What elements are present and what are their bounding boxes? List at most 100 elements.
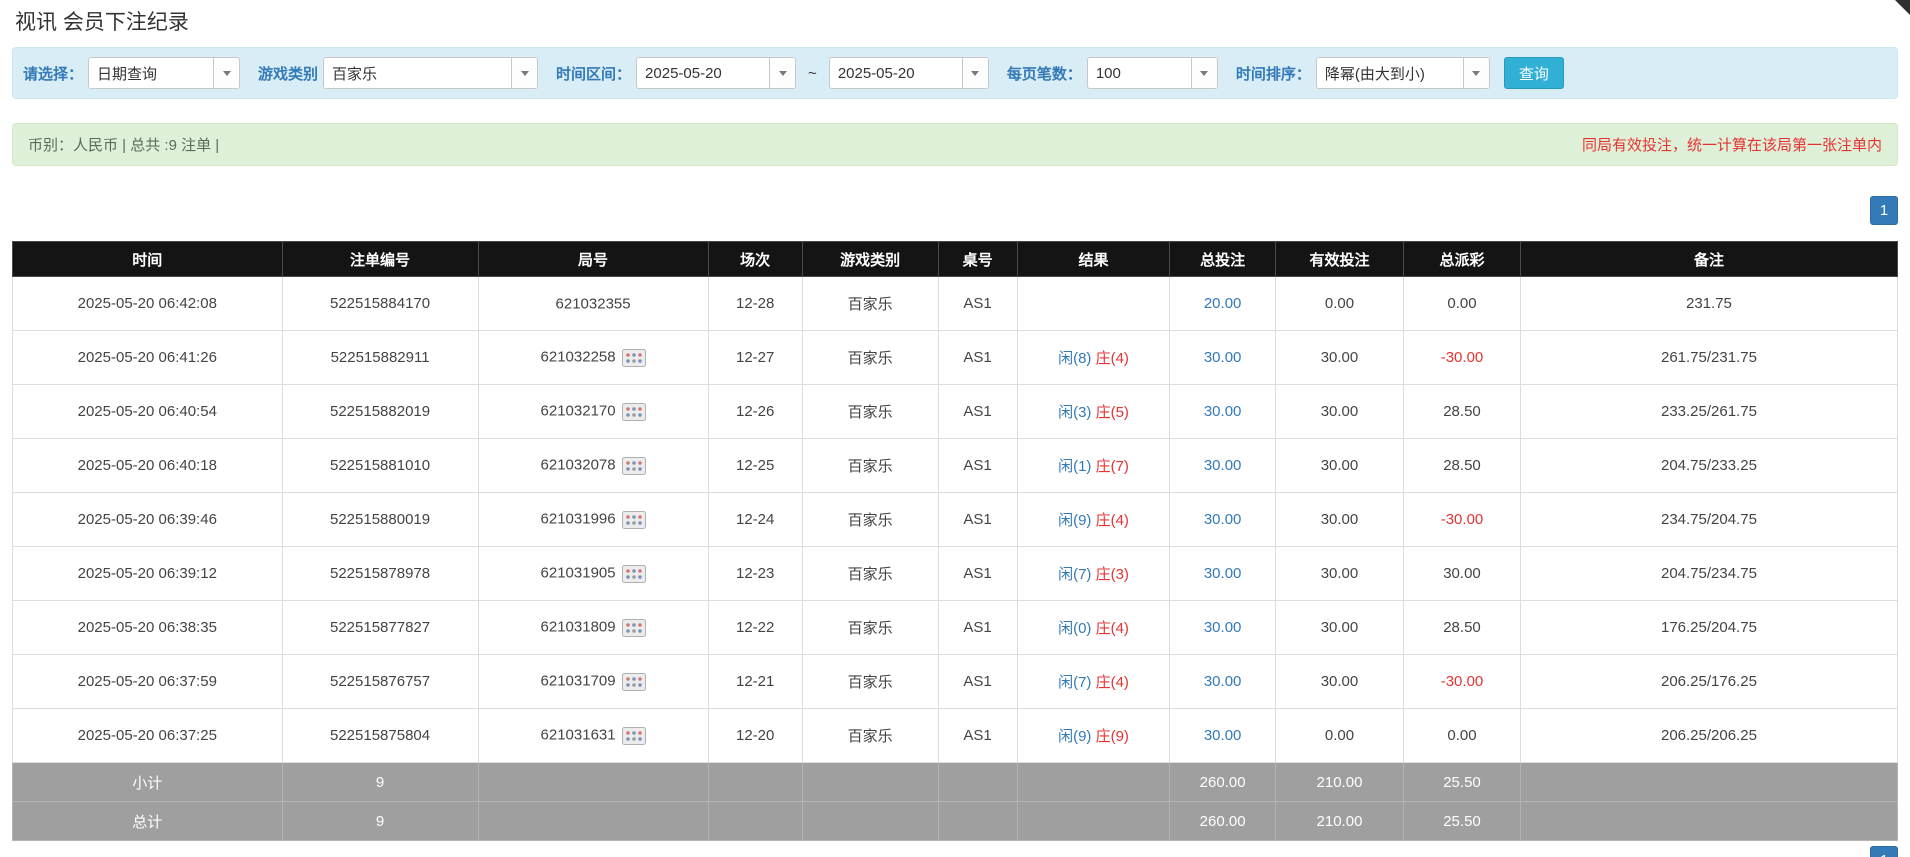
time-cell: 2025-05-20 06:37:25	[13, 709, 283, 763]
column-header: 游戏类别	[802, 242, 938, 277]
filter-group-game-type: 游戏类别 百家乐	[258, 57, 538, 89]
result-cell: 闲(8) 庄(4)	[1017, 331, 1170, 385]
round-cell: 621031809	[478, 601, 708, 655]
table-row: 2025-05-20 06:40:18522515881010621032078…	[13, 439, 1898, 493]
time-cell: 2025-05-20 06:38:35	[13, 601, 283, 655]
valid-bet-cell: 30.00	[1275, 331, 1403, 385]
player-result: 闲(8)	[1058, 350, 1091, 367]
result-cell: 闲(1) 庄(7)	[1017, 439, 1170, 493]
game-type-select[interactable]: 百家乐	[323, 57, 538, 89]
valid-bet-cell: 30.00	[1275, 655, 1403, 709]
summary-total-bet-cell: 260.00	[1170, 802, 1276, 841]
summary-remark-cell	[1520, 763, 1897, 802]
round-cell: 621032258	[478, 331, 708, 385]
chevron-down-icon[interactable]	[511, 58, 537, 88]
summary-count-cell: 9	[282, 763, 478, 802]
table-row: 2025-05-20 06:39:46522515880019621031996…	[13, 493, 1898, 547]
chevron-down-icon[interactable]	[213, 58, 239, 88]
valid-bet-cell: 30.00	[1275, 385, 1403, 439]
banker-result: 庄(3)	[1096, 566, 1129, 583]
payout-cell: -30.00	[1404, 493, 1521, 547]
player-result: 闲(7)	[1058, 566, 1091, 583]
total-bet-cell: 30.00	[1170, 709, 1276, 763]
result-cell: 闲(9) 庄(4)	[1017, 493, 1170, 547]
chevron-down-icon[interactable]	[769, 58, 795, 88]
game-type-cell: 百家乐	[802, 655, 938, 709]
summary-empty-cell	[802, 802, 938, 841]
round-number: 621032355	[556, 295, 631, 312]
bet-id-cell: 522515882019	[282, 385, 478, 439]
table-row: 2025-05-20 06:37:59522515876757621031709…	[13, 655, 1898, 709]
total-bet-cell: 30.00	[1170, 655, 1276, 709]
valid-bet-cell: 30.00	[1275, 493, 1403, 547]
total-bet-cell: 30.00	[1170, 331, 1276, 385]
page-title: 视讯 会员下注纪录	[12, 0, 1898, 47]
road-map-icon[interactable]	[622, 403, 646, 421]
sort-order-select[interactable]: 降幂(由大到小)	[1316, 57, 1490, 89]
summary-label-cell: 总计	[13, 802, 283, 841]
bet-id-cell: 522515882911	[282, 331, 478, 385]
round-cell: 621032078	[478, 439, 708, 493]
date-type-value: 日期查询	[89, 58, 213, 88]
filter-bar: 请选择： 日期查询 游戏类别 百家乐 时间区间： 2025-05-20 ~ 20…	[12, 47, 1898, 99]
search-button[interactable]: 查询	[1504, 57, 1564, 89]
round-number: 621031631	[541, 727, 616, 744]
valid-bet-cell: 0.00	[1275, 709, 1403, 763]
summary-row: 总计9260.00210.0025.50	[13, 802, 1898, 841]
summary-empty-cell	[938, 802, 1017, 841]
total-bet-link[interactable]: 30.00	[1204, 673, 1242, 690]
date-type-select[interactable]: 日期查询	[88, 57, 240, 89]
road-map-icon[interactable]	[622, 619, 646, 637]
round-number: 621032170	[541, 403, 616, 420]
page-size-label: 每页笔数：	[1007, 63, 1082, 84]
session-cell: 12-21	[708, 655, 802, 709]
total-bet-link[interactable]: 30.00	[1204, 511, 1242, 528]
table-row: 2025-05-20 06:39:12522515878978621031905…	[13, 547, 1898, 601]
banker-result: 庄(5)	[1096, 404, 1129, 421]
chevron-down-icon[interactable]	[1463, 58, 1489, 88]
pagination-top: 1	[12, 196, 1898, 225]
table-no-cell: AS1	[938, 439, 1017, 493]
road-map-icon[interactable]	[622, 349, 646, 367]
total-bet-link[interactable]: 30.00	[1204, 727, 1242, 744]
player-result: 闲(1)	[1058, 458, 1091, 475]
column-header: 总派彩	[1404, 242, 1521, 277]
banker-result: 庄(4)	[1096, 674, 1129, 691]
date-to-select[interactable]: 2025-05-20	[829, 57, 989, 89]
date-to-value: 2025-05-20	[830, 58, 962, 88]
total-bet-link[interactable]: 20.00	[1204, 295, 1242, 312]
game-type-cell: 百家乐	[802, 277, 938, 331]
page-button-1[interactable]: 1	[1870, 846, 1898, 857]
chevron-down-icon[interactable]	[962, 58, 988, 88]
road-map-icon[interactable]	[622, 565, 646, 583]
payout-cell: 28.50	[1404, 439, 1521, 493]
remark-cell: 261.75/231.75	[1520, 331, 1897, 385]
remark-cell: 176.25/204.75	[1520, 601, 1897, 655]
summary-info-bar: 币别：人民币 | 总共 :9 注单 | 同局有效投注，统一计算在该局第一张注单内	[12, 123, 1898, 166]
road-map-icon[interactable]	[622, 673, 646, 691]
date-range-label: 时间区间：	[556, 63, 631, 84]
page-size-select[interactable]: 100	[1087, 57, 1218, 89]
total-bet-cell: 30.00	[1170, 385, 1276, 439]
page-button-1[interactable]: 1	[1870, 196, 1898, 225]
road-map-icon[interactable]	[622, 727, 646, 745]
session-cell: 12-27	[708, 331, 802, 385]
date-from-select[interactable]: 2025-05-20	[636, 57, 796, 89]
total-bet-link[interactable]: 30.00	[1204, 619, 1242, 636]
road-map-icon[interactable]	[622, 457, 646, 475]
banker-result: 庄(4)	[1096, 512, 1129, 529]
total-bet-link[interactable]: 30.00	[1204, 457, 1242, 474]
summary-empty-cell	[708, 763, 802, 802]
chevron-down-icon[interactable]	[1191, 58, 1217, 88]
total-bet-link[interactable]: 30.00	[1204, 565, 1242, 582]
column-header: 局号	[478, 242, 708, 277]
total-bet-link[interactable]: 30.00	[1204, 403, 1242, 420]
betting-records-table: 时间注单编号局号场次游戏类别桌号结果总投注有效投注总派彩备注 2025-05-2…	[12, 241, 1898, 841]
betting-records-page: 视讯 会员下注纪录 请选择： 日期查询 游戏类别 百家乐 时间区间： 2025-…	[0, 0, 1910, 857]
table-footer: 小计9260.00210.0025.50总计9260.00210.0025.50	[13, 763, 1898, 841]
road-map-icon[interactable]	[622, 511, 646, 529]
table-body: 2025-05-20 06:42:08522515884170621032355…	[13, 277, 1898, 763]
banker-result: 庄(4)	[1096, 620, 1129, 637]
total-bet-link[interactable]: 30.00	[1204, 349, 1242, 366]
round-cell: 621031996	[478, 493, 708, 547]
